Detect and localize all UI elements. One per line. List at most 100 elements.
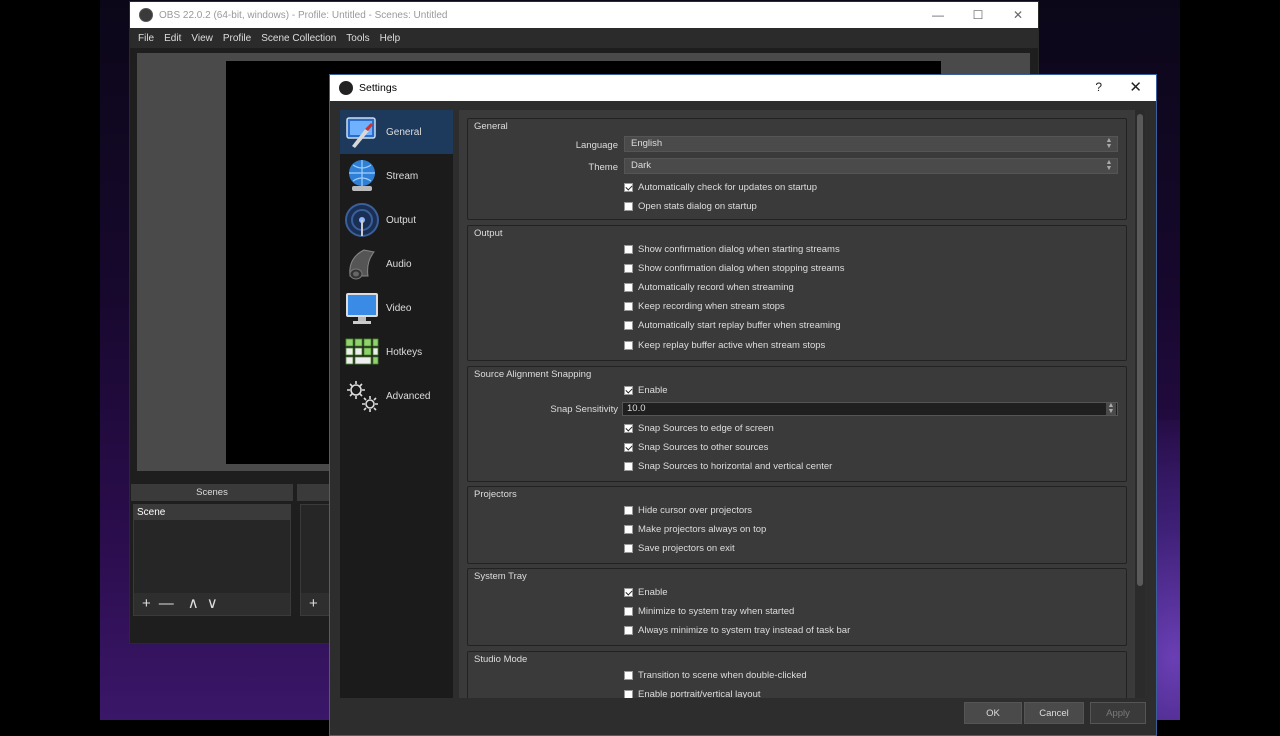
settings-title: Settings [359,82,397,94]
transition-double-click-checkbox[interactable]: Transition to scene when double-clicked [624,670,807,681]
right-letterbox [1180,0,1280,720]
snap-sensitivity-spinbox[interactable]: 10.0 ▲ ▼ [622,402,1118,416]
language-select[interactable]: English ▲ ▼ [624,136,1118,152]
checkbox-box[interactable] [624,245,633,254]
checkbox-box[interactable] [624,607,633,616]
apply-button[interactable]: Apply [1090,702,1146,724]
ok-button[interactable]: OK [964,702,1022,724]
settings-scrollbar[interactable] [1135,110,1145,698]
snap-sources-checkbox[interactable]: Snap Sources to other sources [624,442,768,453]
save-projectors-checkbox[interactable]: Save projectors on exit [624,543,735,554]
checkbox-box[interactable] [624,183,633,192]
settings-title-bar: Settings ? ✕ [330,75,1156,101]
checkbox-box[interactable] [624,264,633,273]
checkbox-box[interactable] [624,462,633,471]
snapping-enable-checkbox[interactable]: Enable [624,385,668,396]
cancel-button[interactable]: Cancel [1024,702,1084,724]
checkbox-box[interactable] [624,506,633,515]
keep-replay-buffer-checkbox[interactable]: Keep replay buffer active when stream st… [624,340,825,351]
checkbox-box[interactable] [624,283,633,292]
checkbox-label: Snap Sources to horizontal and vertical … [638,461,833,472]
help-button[interactable]: ? [1095,80,1102,94]
auto-replay-buffer-checkbox[interactable]: Automatically start replay buffer when s… [624,320,841,331]
sidebar-item-video[interactable]: Video [340,286,453,330]
menu-view[interactable]: View [191,33,213,44]
group-title: Projectors [474,489,517,500]
keep-recording-checkbox[interactable]: Keep recording when stream stops [624,301,785,312]
obs-logo-icon [139,8,153,22]
projectors-on-top-checkbox[interactable]: Make projectors always on top [624,524,766,535]
checkbox-box[interactable] [624,690,633,698]
portrait-layout-checkbox[interactable]: Enable portrait/vertical layout [624,689,761,698]
sidebar-item-stream[interactable]: Stream [340,154,453,198]
stream-icon [344,158,380,194]
minimize-to-tray-checkbox[interactable]: Minimize to system tray when started [624,606,794,617]
menu-profile[interactable]: Profile [223,33,251,44]
confirm-stop-stream-checkbox[interactable]: Show confirmation dialog when stopping s… [624,263,844,274]
sidebar-item-output[interactable]: Output [340,198,453,242]
remove-scene-button[interactable]: — [159,593,174,615]
scene-list-item[interactable]: Scene [134,505,290,520]
hotkeys-icon [344,334,380,370]
checkbox-box[interactable] [624,202,633,211]
checkbox-box[interactable] [624,588,633,597]
checkbox-box[interactable] [624,443,633,452]
scenes-list[interactable]: Scene + — ∧ ∨ [133,504,291,616]
maximize-button[interactable]: ☐ [958,2,998,28]
menu-bar: File Edit View Profile Scene Collection … [130,28,1038,48]
menu-edit[interactable]: Edit [164,33,181,44]
sidebar-item-general[interactable]: General [340,110,453,154]
video-icon [344,290,380,326]
menu-tools[interactable]: Tools [346,33,369,44]
open-stats-checkbox[interactable]: Open stats dialog on startup [624,201,757,212]
checkbox-label: Save projectors on exit [638,543,735,554]
checkbox-box[interactable] [624,302,633,311]
theme-select[interactable]: Dark ▲ ▼ [624,158,1118,174]
settings-content-panel: General Language English ▲ ▼ Theme Dark ▲… [459,110,1135,698]
hide-cursor-checkbox[interactable]: Hide cursor over projectors [624,505,752,516]
move-scene-down-button[interactable]: ∨ [207,593,218,615]
settings-close-button[interactable]: ✕ [1129,78,1142,96]
checkbox-box[interactable] [624,671,633,680]
close-button[interactable]: ✕ [998,2,1038,28]
group-title: Studio Mode [474,654,528,665]
minimize-button[interactable]: — [918,2,958,28]
add-scene-button[interactable]: + [142,593,151,615]
move-scene-up-button[interactable]: ∧ [188,593,199,615]
general-group: General Language English ▲ ▼ Theme Dark ▲… [467,118,1127,220]
checkbox-box[interactable] [624,544,633,553]
general-icon [344,114,380,150]
sidebar-item-hotkeys[interactable]: Hotkeys [340,330,453,374]
checkbox-label: Make projectors always on top [638,524,767,535]
snap-center-checkbox[interactable]: Snap Sources to horizontal and vertical … [624,461,832,472]
checkbox-box[interactable] [624,626,633,635]
snap-edge-checkbox[interactable]: Snap Sources to edge of screen [624,423,774,434]
check-updates-checkbox[interactable]: Automatically check for updates on start… [624,182,817,193]
menu-scene-collection[interactable]: Scene Collection [261,33,336,44]
scrollbar-thumb[interactable] [1137,114,1143,586]
menu-help[interactable]: Help [380,33,401,44]
group-title: General [474,121,508,132]
sidebar-item-label: Audio [386,258,412,270]
always-minimize-tray-checkbox[interactable]: Always minimize to system tray instead o… [624,625,850,636]
confirm-start-stream-checkbox[interactable]: Show confirmation dialog when starting s… [624,244,840,255]
add-source-button[interactable]: + [309,593,318,615]
obs-logo-icon [339,81,353,95]
checkbox-box[interactable] [624,424,633,433]
group-title: Output [474,228,503,239]
tray-enable-checkbox[interactable]: Enable [624,587,668,598]
checkbox-box[interactable] [624,341,633,350]
checkbox-label: Automatically record when streaming [638,282,794,293]
checkbox-box[interactable] [624,386,633,395]
obs-window-title: OBS 22.0.2 (64-bit, windows) - Profile: … [159,9,448,21]
checkbox-box[interactable] [624,321,633,330]
checkbox-box[interactable] [624,525,633,534]
auto-record-checkbox[interactable]: Automatically record when streaming [624,282,794,293]
sidebar-item-audio[interactable]: Audio [340,242,453,286]
menu-file[interactable]: File [138,33,154,44]
snapping-group: Source Alignment Snapping Enable Snap Se… [467,366,1127,482]
spin-arrows-icon[interactable]: ▲ ▼ [1106,402,1116,415]
checkbox-label: Enable [638,587,668,598]
sidebar-item-advanced[interactable]: Advanced [340,374,453,418]
checkbox-label: Keep recording when stream stops [638,301,785,312]
